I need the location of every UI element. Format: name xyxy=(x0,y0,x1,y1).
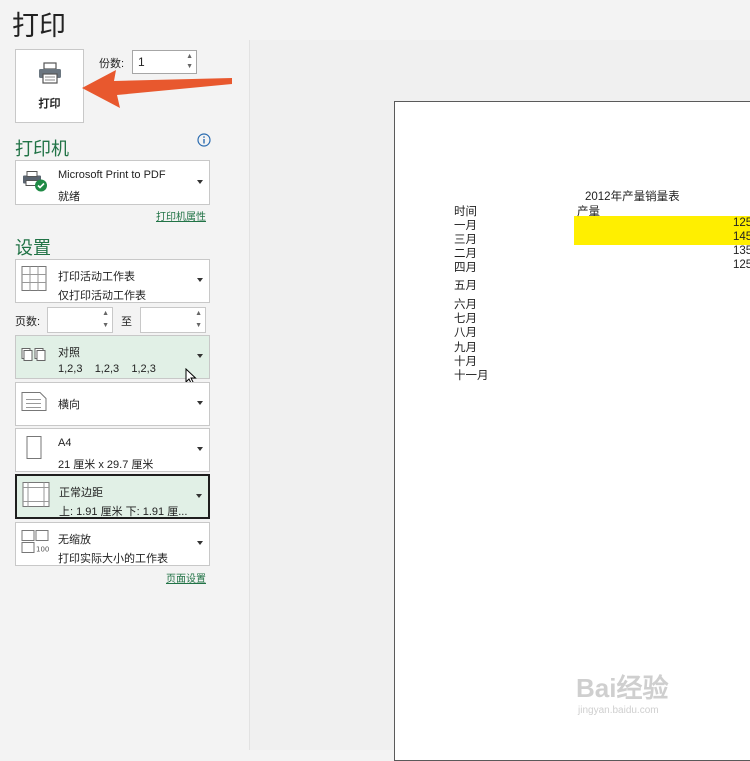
pages-from-input[interactable]: ▲ ▼ xyxy=(47,307,113,333)
preview-col-output: 产量 xyxy=(577,206,600,218)
collate-icon xyxy=(21,347,49,368)
svg-text:100: 100 xyxy=(36,546,49,554)
sheet-grid-icon xyxy=(21,266,47,297)
preview-table-title: 2012年产量销量表 xyxy=(585,191,680,203)
print-preview-page: 2012年产量销量表 时间 产量 一月 三月 二月 四月 五月 六月 七月 八月… xyxy=(394,101,750,761)
spin-down-icon[interactable]: ▼ xyxy=(195,322,202,330)
scaling-line1: 无缩放 xyxy=(58,534,91,546)
scaling-line2: 打印实际大小的工作表 xyxy=(58,553,168,565)
collate-line1: 对照 xyxy=(58,347,80,359)
margins-line1: 正常边距 xyxy=(59,487,103,499)
landscape-page-icon xyxy=(21,392,47,417)
annotation-arrow-icon xyxy=(82,70,232,108)
pages-to-input[interactable]: ▲ ▼ xyxy=(140,307,206,333)
page-title: 打印 xyxy=(12,11,66,41)
chevron-down-icon xyxy=(197,354,203,358)
watermark-url: jingyan.baidu.com xyxy=(578,705,659,716)
chevron-down-icon xyxy=(197,278,203,282)
collate-line2: 1,2,3 1,2,3 1,2,3 xyxy=(58,363,156,375)
paper-size-line1: A4 xyxy=(58,437,72,449)
scaling-icon: 100 xyxy=(21,529,49,560)
printer-name: Microsoft Print to PDF xyxy=(58,169,166,181)
spin-up-icon[interactable]: ▲ xyxy=(102,310,109,318)
preview-value: 125 xyxy=(733,259,750,271)
chevron-down-icon xyxy=(197,447,203,451)
printer-properties-link[interactable]: 打印机属性 xyxy=(156,208,206,223)
paper-size-dropdown[interactable]: A4 21 厘米 x 29.7 厘米 xyxy=(15,428,210,472)
pages-to-label: 至 xyxy=(121,316,132,328)
preview-month: 八月 xyxy=(454,327,477,339)
orientation-label: 横向 xyxy=(58,399,80,411)
margins-dropdown[interactable]: 正常边距 上: 1.91 厘米 下: 1.91 厘... xyxy=(15,474,210,519)
spin-up-icon[interactable]: ▲ xyxy=(195,310,202,318)
print-what-line1: 打印活动工作表 xyxy=(58,271,135,283)
preview-value: 145 xyxy=(733,231,750,243)
preview-month: 五月 xyxy=(454,280,477,292)
pages-label: 页数: xyxy=(15,316,41,328)
chevron-down-icon xyxy=(196,493,202,498)
printer-status: 就绪 xyxy=(58,191,80,203)
orientation-dropdown[interactable]: 横向 xyxy=(15,382,210,426)
watermark-logo: Bai经验 xyxy=(576,673,669,703)
preview-value: 135 xyxy=(733,245,750,257)
print-what-line2: 仅打印活动工作表 xyxy=(58,290,146,302)
page-setup-link[interactable]: 页面设置 xyxy=(166,570,206,585)
info-icon[interactable] xyxy=(197,133,211,147)
scaling-dropdown[interactable]: 100 无缩放 打印实际大小的工作表 xyxy=(15,522,210,566)
chevron-down-icon xyxy=(197,401,203,405)
chevron-down-icon xyxy=(197,179,203,184)
chevron-down-icon xyxy=(197,541,203,545)
spin-up-icon[interactable]: ▲ xyxy=(186,53,193,61)
collate-dropdown[interactable]: 对照 1,2,3 1,2,3 1,2,3 xyxy=(15,335,210,379)
preview-value: 125 xyxy=(733,217,750,229)
settings-section-title: 设置 xyxy=(15,238,51,258)
printer-icon xyxy=(38,61,62,89)
baidu-watermark: Bai经验 jingyan.baidu.com xyxy=(576,668,668,716)
printer-section-title: 打印机 xyxy=(15,139,69,159)
copies-label: 份数: xyxy=(99,58,125,70)
print-button-label: 打印 xyxy=(38,97,61,110)
margins-line2: 上: 1.91 厘米 下: 1.91 厘... xyxy=(59,506,188,518)
paper-size-line2: 21 厘米 x 29.7 厘米 xyxy=(58,459,154,471)
printer-dropdown[interactable]: Microsoft Print to PDF 就绪 xyxy=(15,160,210,205)
preview-month: 十一月 xyxy=(454,370,489,382)
highlighted-cells xyxy=(574,216,750,245)
print-what-dropdown[interactable]: 打印活动工作表 仅打印活动工作表 xyxy=(15,259,210,303)
copies-value: 1 xyxy=(138,55,145,69)
spin-down-icon[interactable]: ▼ xyxy=(102,322,109,330)
printer-ready-icon xyxy=(21,168,49,197)
print-button[interactable]: 打印 xyxy=(15,49,84,123)
paper-icon xyxy=(21,435,47,466)
margins-icon xyxy=(22,481,50,512)
preview-month: 四月 xyxy=(454,262,477,274)
